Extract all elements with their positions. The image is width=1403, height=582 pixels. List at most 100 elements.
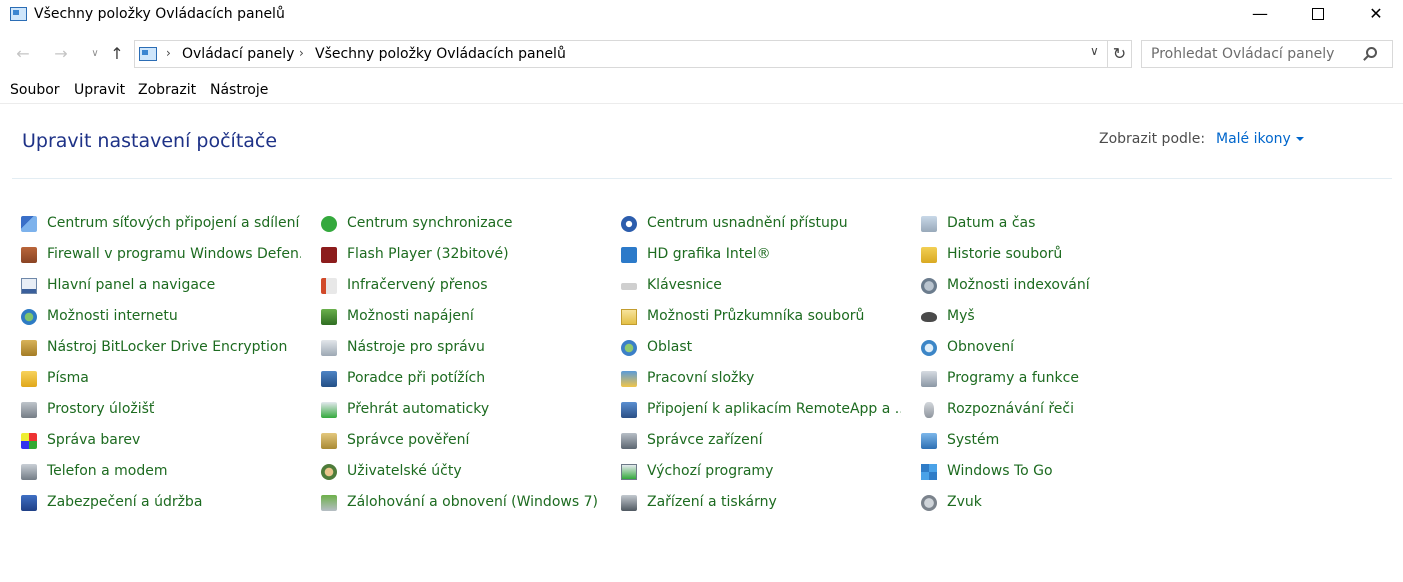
close-button[interactable]: ✕ — [1347, 0, 1403, 30]
control-panel-item[interactable]: Firewall v programu Windows Defen... — [21, 244, 301, 266]
control-panel-item[interactable]: Možnosti indexování — [921, 275, 1201, 297]
admin-icon — [321, 340, 337, 356]
breadcrumb-separator[interactable]: › — [166, 46, 171, 60]
control-panel-item[interactable]: Výchozí programy — [621, 461, 901, 483]
item-label: Zabezpečení a údržba — [47, 494, 203, 510]
control-panel-item[interactable]: Systém — [921, 430, 1201, 452]
network-icon — [21, 216, 37, 232]
control-panel-item[interactable]: Centrum síťových připojení a sdílení — [21, 213, 301, 235]
menu-view[interactable]: Zobrazit — [138, 82, 196, 98]
refresh-icon: ↻ — [1112, 44, 1127, 63]
up-button[interactable]: ↑ — [106, 42, 128, 66]
item-label: Myš — [947, 308, 975, 324]
address-bar[interactable]: › Ovládací panely › Všechny položky Ovlá… — [134, 40, 1108, 68]
control-panel-item[interactable]: HD grafika Intel® — [621, 244, 901, 266]
item-label: Telefon a modem — [47, 463, 168, 479]
control-panel-item[interactable]: Možnosti napájení — [321, 306, 601, 328]
forward-button[interactable]: → — [50, 42, 72, 66]
control-panel-item[interactable]: Historie souborů — [921, 244, 1201, 266]
minimize-icon: — — [1252, 4, 1268, 23]
taskbar-icon — [21, 278, 37, 294]
control-panel-item[interactable]: Přehrát automaticky — [321, 399, 601, 421]
control-panel-item[interactable]: Pracovní složky — [621, 368, 901, 390]
control-panel-item[interactable]: Písma — [21, 368, 301, 390]
speech-icon — [924, 402, 934, 418]
control-panel-item[interactable]: Správa barev — [21, 430, 301, 452]
intel-icon — [621, 247, 637, 263]
item-label: Datum a čas — [947, 215, 1036, 231]
control-panel-item[interactable]: Možnosti internetu — [21, 306, 301, 328]
control-panel-item[interactable]: Možnosti Průzkumníka souborů — [621, 306, 901, 328]
item-label: Písma — [47, 370, 89, 386]
item-label: Centrum síťových připojení a sdílení — [47, 215, 300, 231]
control-panel-item[interactable]: Nástroj BitLocker Drive Encryption — [21, 337, 301, 359]
control-panel-item[interactable]: Rozpoznávání řeči — [921, 399, 1201, 421]
devmgr-icon — [621, 433, 637, 449]
autoplay-icon — [321, 402, 337, 418]
control-panel-item[interactable]: Poradce při potížích — [321, 368, 601, 390]
minimize-button[interactable]: — — [1231, 0, 1289, 30]
firewall-icon — [21, 247, 37, 263]
item-label: Připojení k aplikacím RemoteApp a ... — [647, 401, 901, 417]
maximize-button[interactable] — [1289, 0, 1347, 30]
breadcrumb-all-items[interactable]: Všechny položky Ovládacích panelů — [315, 46, 566, 62]
sync-icon — [321, 216, 337, 232]
breadcrumb-separator[interactable]: › — [299, 46, 304, 60]
control-panel-item[interactable]: Hlavní panel a navigace — [21, 275, 301, 297]
history-icon — [921, 247, 937, 263]
address-dropdown-icon[interactable]: ∨ — [1090, 44, 1099, 58]
control-panel-item[interactable]: Zálohování a obnovení (Windows 7) — [321, 492, 601, 514]
control-panel-item[interactable]: Datum a čas — [921, 213, 1201, 235]
item-label: Centrum synchronizace — [347, 215, 513, 231]
control-panel-item[interactable]: Oblast — [621, 337, 901, 359]
control-panel-item[interactable]: Obnovení — [921, 337, 1201, 359]
view-by-dropdown[interactable]: Malé ikony — [1216, 131, 1304, 147]
control-panel-item[interactable]: Správce zařízení — [621, 430, 901, 452]
internet-icon — [21, 309, 37, 325]
control-panel-item[interactable]: Myš — [921, 306, 1201, 328]
item-label: Možnosti indexování — [947, 277, 1090, 293]
control-panel-item[interactable]: Windows To Go — [921, 461, 1201, 483]
close-icon: ✕ — [1369, 4, 1383, 23]
breadcrumb-control-panel[interactable]: Ovládací panely — [182, 46, 294, 62]
control-panel-item[interactable]: Správce pověření — [321, 430, 601, 452]
search-icon[interactable] — [1366, 47, 1377, 58]
control-panel-item[interactable]: Nástroje pro správu — [321, 337, 601, 359]
item-label: Správce zařízení — [647, 432, 763, 448]
item-label: Poradce při potížích — [347, 370, 486, 386]
item-label: Klávesnice — [647, 277, 722, 293]
item-label: Zařízení a tiskárny — [647, 494, 777, 510]
mouse-icon — [921, 312, 937, 322]
control-panel-item[interactable]: Infračervený přenos — [321, 275, 601, 297]
control-panel-item[interactable]: Uživatelské účty — [321, 461, 601, 483]
back-button[interactable]: ← — [12, 42, 34, 66]
control-panel-item[interactable]: Centrum synchronizace — [321, 213, 601, 235]
power-icon — [321, 309, 337, 325]
control-panel-item[interactable]: Zařízení a tiskárny — [621, 492, 901, 514]
control-panel-item[interactable]: Zvuk — [921, 492, 1201, 514]
control-panel-item[interactable]: Flash Player (32bitové) — [321, 244, 601, 266]
search-input[interactable] — [1141, 40, 1393, 68]
control-panel-item[interactable]: Centrum usnadnění přístupu — [621, 213, 901, 235]
control-panel-item[interactable]: Zabezpečení a údržba — [21, 492, 301, 514]
control-panel-item[interactable]: Připojení k aplikacím RemoteApp a ... — [621, 399, 901, 421]
page-title: Upravit nastavení počítače — [22, 130, 278, 152]
control-panel-icon — [10, 7, 27, 21]
recent-locations-button[interactable]: ∨ — [84, 42, 106, 66]
item-label: Firewall v programu Windows Defen... — [47, 246, 301, 262]
phone-icon — [21, 464, 37, 480]
view-by-value: Malé ikony — [1216, 131, 1291, 147]
index-icon — [921, 278, 937, 294]
item-label: Oblast — [647, 339, 693, 355]
control-panel-item[interactable]: Klávesnice — [621, 275, 901, 297]
item-label: Nástroj BitLocker Drive Encryption — [47, 339, 288, 355]
menu-tools[interactable]: Nástroje — [210, 82, 268, 98]
item-label: Programy a funkce — [947, 370, 1079, 386]
control-panel-item[interactable]: Telefon a modem — [21, 461, 301, 483]
menu-edit[interactable]: Upravit — [74, 82, 125, 98]
menu-file[interactable]: Soubor — [10, 82, 60, 98]
control-panel-item[interactable]: Programy a funkce — [921, 368, 1201, 390]
view-by-label: Zobrazit podle: — [1099, 131, 1206, 147]
refresh-button[interactable]: ↻ — [1108, 40, 1132, 68]
control-panel-item[interactable]: Prostory úložišť — [21, 399, 301, 421]
